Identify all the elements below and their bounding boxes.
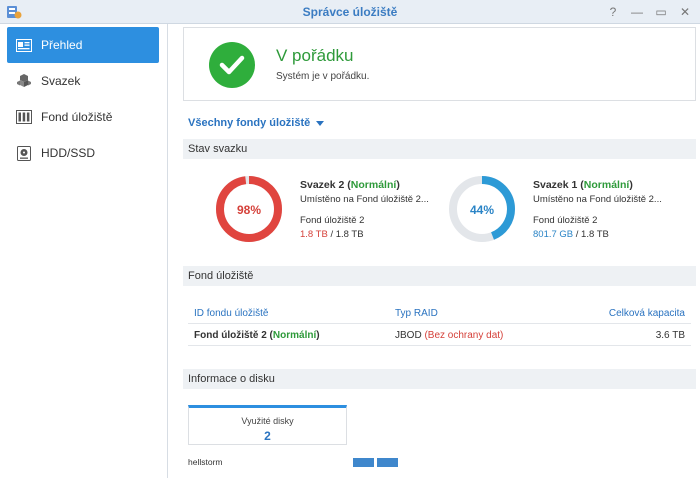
- volume-location: Umístěno na Fond úložiště 2...: [300, 194, 429, 205]
- volume-card-2[interactable]: 98% Svazek 2 (Normální) Umístěno na Fond…: [214, 174, 454, 254]
- disk-slot-2[interactable]: [377, 458, 398, 467]
- disk-slot-1[interactable]: [353, 458, 374, 467]
- sidebar-item-hdd-ssd[interactable]: HDD/SSD: [7, 135, 159, 171]
- volume-total: / 1.8 TB: [330, 229, 364, 240]
- volume-capacity: 801.7 GB / 1.8 TB: [533, 229, 609, 240]
- volume-used: 801.7 GB: [533, 229, 574, 240]
- volume-name: Svazek 2 (Normální): [300, 179, 400, 191]
- table-row[interactable]: Fond úložiště 2 (Normální) JBOD (Bez och…: [188, 324, 691, 346]
- storage-pool-filter-dropdown[interactable]: Všechny fondy úložiště: [188, 117, 325, 129]
- volume-usage-percent: 44%: [469, 203, 495, 217]
- system-status-panel: V pořádku Systém je v pořádku.: [183, 27, 696, 101]
- status-title: V pořádku: [276, 46, 354, 65]
- sidebar: Přehled Svazek Fond úložiště HDD/SSD: [0, 24, 168, 478]
- pool-id-cell: Fond úložiště 2 (Normální): [194, 330, 320, 341]
- raid-type-cell: JBOD (Bez ochrany dat): [395, 330, 503, 341]
- volume-status-header: Stav svazku: [183, 139, 696, 159]
- volume-icon: [15, 73, 33, 89]
- sidebar-item-label: Fond úložiště: [41, 110, 113, 124]
- storage-pool-header: Fond úložiště: [183, 266, 696, 286]
- host-name: hellstorm: [188, 457, 223, 467]
- sidebar-item-label: Svazek: [41, 74, 81, 88]
- used-disks-value: 2: [264, 429, 271, 443]
- sidebar-item-label: HDD/SSD: [41, 146, 96, 160]
- sidebar-item-overview[interactable]: Přehled: [7, 27, 159, 63]
- storage-pool-table: ID fondu úložiště Typ RAID Celková kapac…: [188, 302, 691, 346]
- volume-name-text: Svazek 2: [300, 179, 345, 191]
- volume-state: Normální: [350, 179, 397, 191]
- close-button[interactable]: ✕: [676, 3, 694, 21]
- volume-name-text: Svazek 1: [533, 179, 578, 191]
- pool-filter-label: Všechny fondy úložiště: [188, 117, 311, 129]
- volume-card-1[interactable]: 44% Svazek 1 (Normální) Umístěno na Fond…: [447, 174, 687, 254]
- check-icon: [209, 42, 255, 88]
- sidebar-item-storage-pool[interactable]: Fond úložiště: [7, 99, 159, 135]
- pool-id: Fond úložiště 2: [194, 330, 267, 341]
- overview-icon: [15, 37, 33, 53]
- volume-pool: Fond úložiště 2: [533, 215, 598, 226]
- minimize-button[interactable]: —: [628, 3, 646, 21]
- used-disks-card: Využité disky 2: [188, 405, 347, 445]
- table-header-row: ID fondu úložiště Typ RAID Celková kapac…: [188, 302, 691, 324]
- volume-used: 1.8 TB: [300, 229, 328, 240]
- help-button[interactable]: ?: [604, 3, 622, 21]
- storage-pool-icon: [15, 109, 33, 125]
- disk-info-header: Informace o disku: [183, 369, 696, 389]
- maximize-button[interactable]: ▭: [652, 3, 670, 21]
- main-panel: V pořádku Systém je v pořádku. Všechny f…: [171, 24, 700, 478]
- pool-state: Normální: [272, 330, 317, 341]
- volume-state: Normální: [583, 179, 630, 191]
- column-header-capacity[interactable]: Celková kapacita: [609, 308, 685, 319]
- volume-capacity: 1.8 TB / 1.8 TB: [300, 229, 364, 240]
- used-disks-label: Využité disky: [241, 416, 294, 426]
- column-header-pool-id[interactable]: ID fondu úložiště: [194, 308, 269, 319]
- volume-pool: Fond úložiště 2: [300, 215, 365, 226]
- raid-note: (Bez ochrany dat): [424, 330, 504, 341]
- volume-total: / 1.8 TB: [575, 229, 609, 240]
- sidebar-item-volume[interactable]: Svazek: [7, 63, 159, 99]
- hdd-icon: [15, 145, 33, 161]
- volume-location: Umístěno na Fond úložiště 2...: [533, 194, 662, 205]
- chevron-down-icon: [316, 120, 325, 126]
- sidebar-item-label: Přehled: [41, 38, 83, 52]
- title-bar: Správce úložiště ? — ▭ ✕: [0, 0, 700, 24]
- pool-capacity: 3.6 TB: [655, 330, 685, 341]
- volume-name: Svazek 1 (Normální): [533, 179, 633, 191]
- raid-type: JBOD: [395, 330, 422, 341]
- volume-usage-percent: 98%: [236, 203, 262, 217]
- column-header-raid-type[interactable]: Typ RAID: [395, 308, 438, 319]
- window-title: Správce úložiště: [302, 5, 398, 19]
- status-subtitle: Systém je v pořádku.: [276, 71, 370, 82]
